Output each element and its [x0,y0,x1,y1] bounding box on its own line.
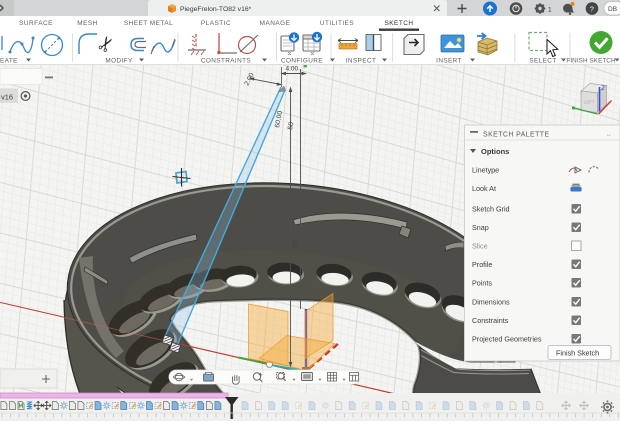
svg-text:CONFIGURE: CONFIGURE [281,58,323,65]
svg-text:75: 75 [292,240,300,249]
svg-text:Look At: Look At [472,184,496,193]
svg-text:PiegeFrelon-TO82 v16*: PiegeFrelon-TO82 v16* [180,6,252,13]
svg-text:EATE: EATE [0,58,18,65]
svg-text:4.00: 4.00 [286,66,299,73]
svg-text:CONSTRAINTS: CONSTRAINTS [201,58,251,65]
svg-text:Options: Options [481,147,509,156]
svg-text:1: 1 [548,7,552,14]
svg-text:Slice: Slice [472,242,488,251]
svg-text:?: ? [590,4,594,13]
svg-text:Constraints: Constraints [472,316,509,325]
svg-text:SHEET METAL: SHEET METAL [124,20,173,27]
svg-text:Profile: Profile [472,260,492,269]
svg-text:Dimensions: Dimensions [472,298,510,307]
svg-text:v16: v16 [1,93,13,102]
svg-text:Sketch Grid: Sketch Grid [472,205,510,214]
svg-text:Snap: Snap [472,223,489,232]
svg-text:PLASTIC: PLASTIC [201,20,231,27]
svg-text:50: 50 [287,121,295,130]
svg-text:MESH: MESH [77,20,97,27]
svg-text:DB: DB [608,6,617,13]
svg-text:SURFACE: SURFACE [19,20,53,27]
svg-text:MODIFY: MODIFY [105,58,133,65]
svg-text:INSERT: INSERT [436,58,462,65]
svg-text:Z: Z [601,86,605,92]
svg-text:Linetype: Linetype [472,166,499,175]
svg-text:SKETCH PALETTE: SKETCH PALETTE [483,132,550,139]
svg-text:SKETCH: SKETCH [385,20,414,27]
svg-text:Projected Geometries: Projected Geometries [472,335,542,344]
svg-text:Points: Points [472,279,492,288]
svg-text:FINISH SKETCH: FINISH SKETCH [566,58,616,65]
svg-text:SELECT: SELECT [529,58,556,65]
svg-text:LEFT: LEFT [584,100,595,105]
svg-text:↔: ↔ [606,132,612,138]
svg-text:MANAGE: MANAGE [260,20,291,27]
svg-text:UTILITIES: UTILITIES [320,20,354,27]
svg-text:Finish Sketch: Finish Sketch [556,349,599,358]
svg-text:INSPECT: INSPECT [346,58,377,65]
